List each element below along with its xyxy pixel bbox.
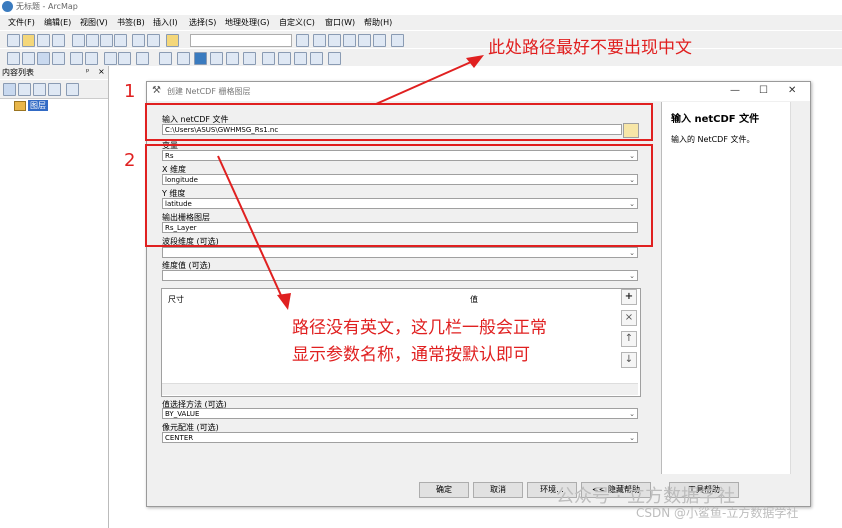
annotation-mid-note-line1: 路径没有英文，这几栏一般会正常: [292, 318, 547, 338]
arrow-head-mid: [277, 293, 291, 310]
watermark-csdn: CSDN @小鲨鱼-立方数据学社: [636, 506, 799, 520]
annotation-mid-note-line2: 显示参数名称，通常按默认即可: [292, 345, 530, 365]
arrow-head-top: [466, 55, 484, 68]
annotation-arrows: [217, 55, 484, 310]
arrow-to-input-path: [375, 57, 481, 105]
arrow-to-note: [217, 155, 285, 303]
annotation-top-note: 此处路径最好不要出现中文: [488, 38, 692, 58]
